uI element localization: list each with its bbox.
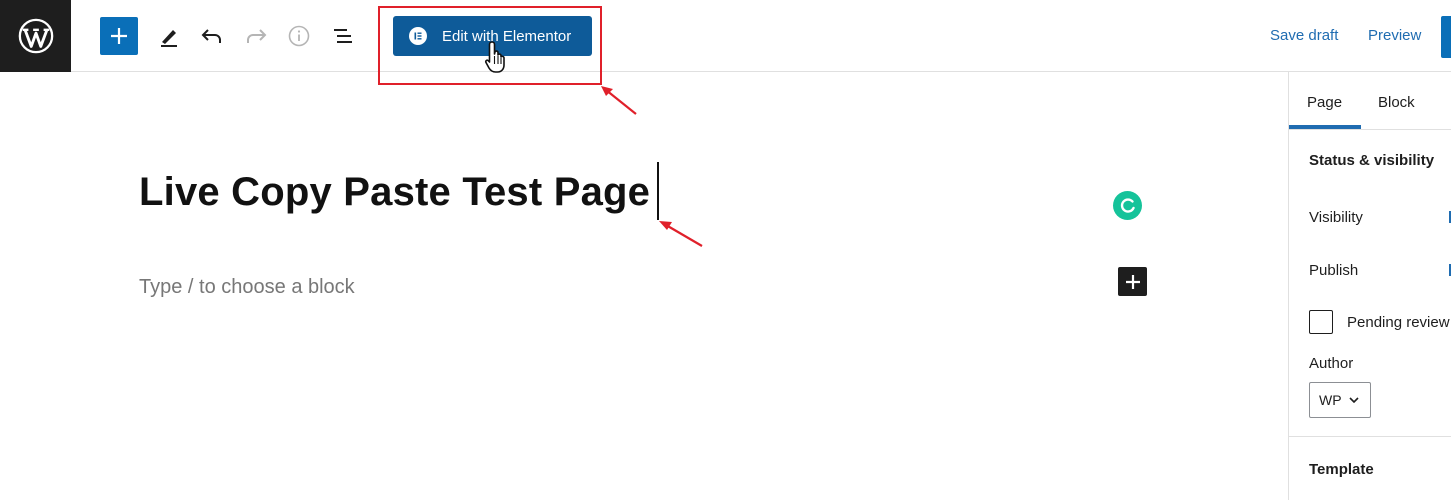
preview-button[interactable]: Preview [1368,27,1421,44]
template-heading[interactable]: Template [1309,461,1374,478]
author-select[interactable]: WP [1309,382,1371,418]
wordpress-logo-button[interactable] [0,0,71,72]
sidebar-divider [1289,436,1451,437]
chevron-down-icon [1348,397,1359,403]
publish-button[interactable] [1441,16,1451,58]
save-draft-button[interactable]: Save draft [1270,27,1338,44]
tools-button[interactable] [153,20,185,52]
author-label: Author [1309,355,1354,372]
inline-block-inserter-button[interactable] [1118,267,1147,296]
author-select-value: WP [1319,392,1342,408]
pending-review-checkbox[interactable] [1309,310,1333,334]
list-view-button[interactable] [327,20,359,52]
status-visibility-heading[interactable]: Status & visibility [1309,152,1434,169]
pending-review-label[interactable]: Pending review [1347,314,1450,331]
info-icon [288,25,310,47]
text-caret [657,162,659,220]
settings-sidebar: Page Block Status & visibility Visibilit… [1288,72,1451,500]
plus-icon [1125,274,1140,289]
hand-cursor-icon [485,41,505,73]
plus-icon [111,28,127,44]
redo-button[interactable] [240,20,272,52]
editor-toolbar: Edit with Elementor Save draft Preview [0,0,1451,85]
block-inserter-button[interactable] [100,17,138,55]
tab-page[interactable]: Page [1307,94,1342,111]
active-tab-indicator [1289,125,1361,129]
wordpress-logo-icon [18,18,53,54]
undo-button[interactable] [196,20,228,52]
default-block-appender[interactable]: Type / to choose a block [139,276,355,299]
list-view-icon [334,29,352,43]
visibility-label: Visibility [1309,209,1363,226]
sidebar-tabs: Page Block [1289,72,1451,130]
grammarly-icon [1120,197,1135,213]
redo-icon [247,29,267,43]
annotation-arrow-title [659,221,703,247]
details-button[interactable] [283,20,315,52]
pencil-icon [161,30,177,47]
grammarly-button[interactable] [1113,191,1142,220]
publish-label: Publish [1309,262,1359,279]
post-title-input[interactable]: Live Copy Paste Test Page [139,170,650,215]
undo-icon [201,29,221,43]
tab-block[interactable]: Block [1378,94,1415,111]
annotation-arrow-elementor [601,86,637,115]
